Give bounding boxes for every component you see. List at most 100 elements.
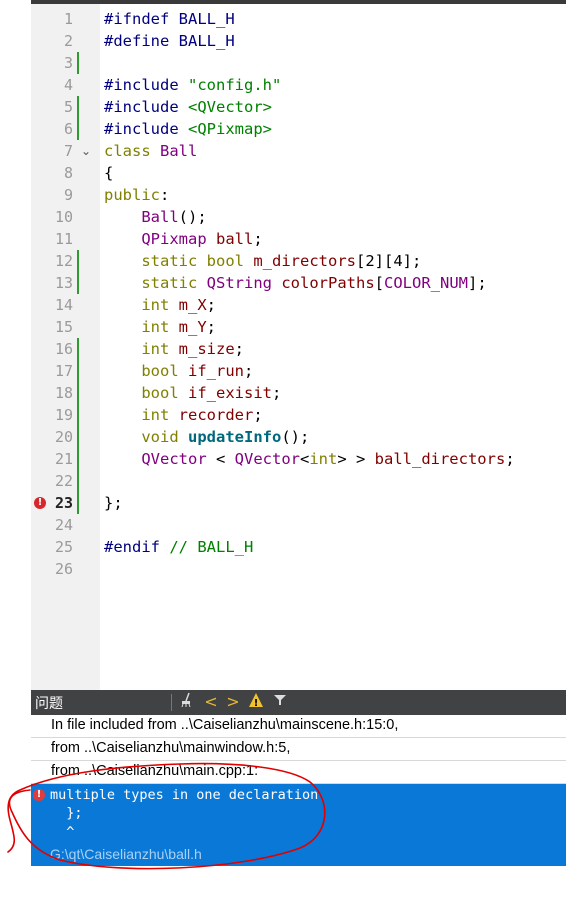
code-line[interactable]: 1 #ifndef BALL_H	[31, 8, 566, 30]
code-line[interactable]: 4 #include "config.h"	[31, 74, 566, 96]
code-token: ;	[234, 340, 245, 358]
line-number: 19	[54, 406, 73, 424]
code-line[interactable]: 3	[31, 52, 566, 74]
line-number: 20	[54, 428, 73, 446]
code-token: ];	[468, 274, 487, 292]
line-number: 22	[54, 472, 73, 490]
line-number: 11	[54, 230, 73, 248]
code-token: int	[141, 296, 170, 314]
code-token: bool	[141, 362, 179, 380]
code-token: };	[104, 494, 123, 512]
fold-chevron-icon[interactable]: ⌄	[81, 140, 91, 162]
code-token: ;	[206, 318, 217, 336]
next-issue-button[interactable]: >	[224, 692, 242, 712]
code-line[interactable]: 2 #define BALL_H	[31, 30, 566, 52]
code-line[interactable]: 26	[31, 558, 566, 580]
error-caret: ^	[50, 824, 75, 840]
modified-line-marker	[77, 272, 79, 294]
code-token: <	[299, 450, 310, 468]
previous-issue-button[interactable]: <	[202, 692, 220, 712]
code-line[interactable]: 14 int m_X;	[31, 294, 566, 316]
code-line[interactable]: 10 Ball();	[31, 206, 566, 228]
code-editor[interactable]: 1 #ifndef BALL_H 2 #define BALL_H 3 4 #include…	[31, 0, 566, 690]
code-line[interactable]: 19 int recorder;	[31, 404, 566, 426]
line-number: 2	[63, 32, 73, 50]
code-line[interactable]: 22	[31, 470, 566, 492]
code-line[interactable]: 6 #include <QPixmap>	[31, 118, 566, 140]
issue-text: from ..\Caiselianzhu\mainwindow.h:5,	[51, 740, 291, 756]
code-token: void	[141, 428, 179, 446]
code-token: <QPixmap>	[188, 120, 272, 138]
code-line[interactable]: 17 bool if_run;	[31, 360, 566, 382]
code-token: public	[104, 186, 160, 204]
code-token: ball	[216, 230, 254, 248]
line-number: 21	[54, 450, 73, 468]
code-text: #include <QVector>	[104, 96, 272, 118]
code-token: {	[104, 164, 114, 182]
error-marker-icon[interactable]: !	[34, 497, 46, 509]
code-line[interactable]: 24	[31, 514, 566, 536]
clear-issues-button[interactable]	[178, 692, 196, 712]
code-line[interactable]: 16 int m_size;	[31, 338, 566, 360]
line-number: 8	[63, 164, 73, 182]
code-token: ball_directors	[374, 450, 506, 468]
code-token: if_exisit	[188, 384, 272, 402]
line-number: 26	[54, 560, 73, 578]
code-line[interactable]: 7 ⌄ class Ball	[31, 140, 566, 162]
code-token: int	[309, 450, 338, 468]
code-line[interactable]: 20 void updateInfo();	[31, 426, 566, 448]
chevron-left-icon: <	[204, 692, 218, 711]
code-token: #ifndef BALL_H	[104, 10, 235, 28]
modified-line-marker	[77, 250, 79, 272]
issue-row[interactable]: from ..\Caiselianzhu\mainwindow.h:5,	[31, 738, 566, 761]
code-token: ;	[244, 362, 254, 380]
code-line[interactable]: 15 int m_Y;	[31, 316, 566, 338]
code-line[interactable]: 13 static QString colorPaths[COLOR_NUM];	[31, 272, 566, 294]
issue-row[interactable]: In file included from ..\Caiselianzhu\ma…	[31, 715, 566, 738]
error-icon: !	[33, 789, 45, 801]
line-number: 17	[54, 362, 73, 380]
modified-line-marker	[77, 52, 79, 74]
show-warnings-button[interactable]: !	[247, 692, 265, 712]
code-token: QPixmap	[141, 230, 207, 248]
code-text: static QString colorPaths[COLOR_NUM];	[104, 272, 487, 294]
line-number: 1	[63, 10, 73, 28]
code-line[interactable]: 12 static bool m_directors[2][4];	[31, 250, 566, 272]
error-file-path: G:\qt\Caiselianzhu\ball.h	[50, 846, 202, 862]
code-token: updateInfo	[188, 428, 282, 446]
code-text: int m_size;	[104, 338, 244, 360]
issue-row[interactable]: from ..\Caiselianzhu\main.cpp:1:	[31, 761, 566, 784]
code-line[interactable]: 9 public:	[31, 184, 566, 206]
issues-panel-title: 问题	[35, 696, 63, 712]
code-token: QString	[206, 274, 272, 292]
line-number: 6	[63, 120, 73, 138]
code-token: // BALL_H	[169, 538, 254, 556]
modified-line-marker	[77, 426, 79, 448]
code-token: class	[104, 142, 160, 160]
line-number: 24	[54, 516, 73, 534]
line-number: 25	[54, 538, 73, 556]
code-line[interactable]: 11 QPixmap ball;	[31, 228, 566, 250]
filter-issues-button[interactable]	[271, 692, 289, 712]
line-number: 14	[54, 296, 73, 314]
code-line[interactable]: 25 #endif // BALL_H	[31, 536, 566, 558]
code-token: m_directors	[253, 252, 356, 270]
code-text: #endif // BALL_H	[104, 536, 253, 558]
code-line[interactable]: 18 bool if_exisit;	[31, 382, 566, 404]
selected-issue[interactable]: ! multiple types in one declaration }; ^…	[31, 784, 566, 866]
code-token: bool	[206, 252, 244, 270]
code-line[interactable]: 23!};	[31, 492, 566, 514]
code-line[interactable]: 8{	[31, 162, 566, 184]
line-number: 13	[54, 274, 73, 292]
code-token: ;	[272, 384, 282, 402]
code-line[interactable]: 21 QVector < QVector<int> > ball_directo…	[31, 448, 566, 470]
code-text: #define BALL_H	[104, 30, 235, 52]
code-line[interactable]: 5 #include <QVector>	[31, 96, 566, 118]
